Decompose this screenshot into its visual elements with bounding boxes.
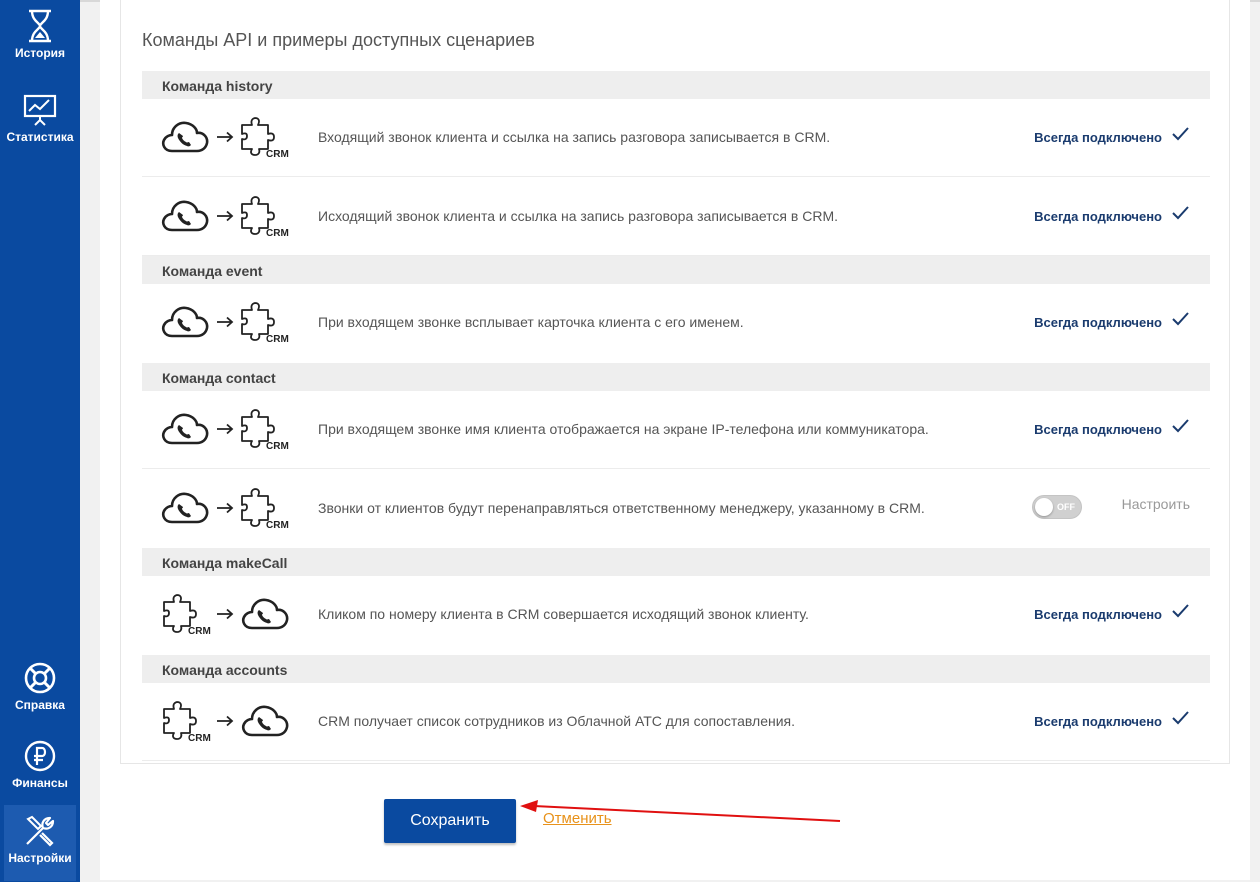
scenario-row: CRM получает список сотрудников из Облач… xyxy=(142,683,1210,761)
cloud-to-crm-icon xyxy=(161,196,290,238)
scenario-row: Исходящий звонок клиента и ссылка на зап… xyxy=(142,178,1210,256)
crm-to-cloud-icon xyxy=(163,594,289,636)
lifebuoy-icon xyxy=(22,660,58,696)
checkmark-icon xyxy=(1172,127,1189,140)
cloud-to-crm-icon xyxy=(161,117,290,159)
toggle-state-label: OFF xyxy=(1057,502,1075,512)
sidebar-item-history[interactable]: История xyxy=(0,0,80,76)
scenario-row: При входящем звонке всплывает карточка к… xyxy=(142,284,1210,362)
status-always-connected: Всегда подключено xyxy=(1034,315,1162,330)
checkmark-icon xyxy=(1172,312,1189,325)
scenario-description: Входящий звонок клиента и ссылка на запи… xyxy=(318,129,831,145)
routing-toggle[interactable]: OFF xyxy=(1032,495,1082,519)
sidebar-item-label: Финансы xyxy=(12,776,68,790)
scenario-description: CRM получает список сотрудников из Облач… xyxy=(318,713,796,729)
sidebar-item-label: Статистика xyxy=(6,130,74,144)
scenario-row: Входящий звонок клиента и ссылка на запи… xyxy=(142,99,1210,177)
sidebar-item-label: История xyxy=(14,46,66,60)
checkmark-icon xyxy=(1172,419,1189,432)
status-always-connected: Всегда подключено xyxy=(1034,607,1162,622)
tools-icon xyxy=(22,813,58,849)
cloud-to-crm-icon xyxy=(161,488,290,530)
scenario-description: Звонки от клиентов будут перенаправлятьс… xyxy=(318,500,925,516)
save-button[interactable]: Сохранить xyxy=(384,799,516,843)
configure-link[interactable]: Настроить xyxy=(1122,496,1190,512)
scenario-row: При входящем звонке имя клиента отобража… xyxy=(142,391,1210,469)
sidebar: История Статистика Справка Финансы Настр… xyxy=(0,0,80,882)
checkmark-icon xyxy=(1172,604,1189,617)
sidebar-item-finance[interactable]: Финансы xyxy=(0,730,80,806)
api-commands-panel: Команды API и примеры доступных сценарие… xyxy=(120,0,1230,764)
ruble-icon xyxy=(22,738,58,774)
sidebar-item-help[interactable]: Справка xyxy=(0,652,80,728)
section-header-history: Команда history xyxy=(142,71,1210,99)
cancel-link[interactable]: Отменить xyxy=(543,810,612,827)
sidebar-item-settings[interactable]: Настройки xyxy=(4,805,76,881)
checkmark-icon xyxy=(1172,711,1189,724)
presentation-chart-icon xyxy=(22,92,58,128)
toggle-knob xyxy=(1035,498,1053,516)
checkmark-icon xyxy=(1172,206,1189,219)
scenario-row: Звонки от клиентов будут перенаправлятьс… xyxy=(142,470,1210,548)
sidebar-item-stats[interactable]: Статистика xyxy=(0,84,80,160)
scenario-description: Кликом по номеру клиента в CRM совершает… xyxy=(318,606,809,622)
scenario-description: При входящем звонке имя клиента отобража… xyxy=(318,421,929,437)
scenario-row: Кликом по номеру клиента в CRM совершает… xyxy=(142,576,1210,654)
section-header-makecall: Команда makeCall xyxy=(142,548,1210,576)
section-header-event: Команда event xyxy=(142,256,1210,284)
sidebar-item-label: Настройки xyxy=(8,851,72,865)
status-always-connected: Всегда подключено xyxy=(1034,422,1162,437)
status-always-connected: Всегда подключено xyxy=(1034,714,1162,729)
hourglass-icon xyxy=(22,8,58,44)
sidebar-item-label: Справка xyxy=(15,698,65,712)
cloud-to-crm-icon xyxy=(161,409,290,451)
crm-to-cloud-icon xyxy=(163,701,289,743)
scenario-description: При входящем звонке всплывает карточка к… xyxy=(318,314,744,330)
main-content: Команды API и примеры доступных сценарие… xyxy=(100,0,1250,880)
section-header-contact: Команда contact xyxy=(142,363,1210,391)
status-always-connected: Всегда подключено xyxy=(1034,130,1162,145)
cloud-to-crm-icon xyxy=(161,302,290,344)
section-header-accounts: Команда accounts xyxy=(142,655,1210,683)
scenario-description: Исходящий звонок клиента и ссылка на зап… xyxy=(318,208,838,224)
status-always-connected: Всегда подключено xyxy=(1034,209,1162,224)
panel-title: Команды API и примеры доступных сценарие… xyxy=(142,30,535,50)
